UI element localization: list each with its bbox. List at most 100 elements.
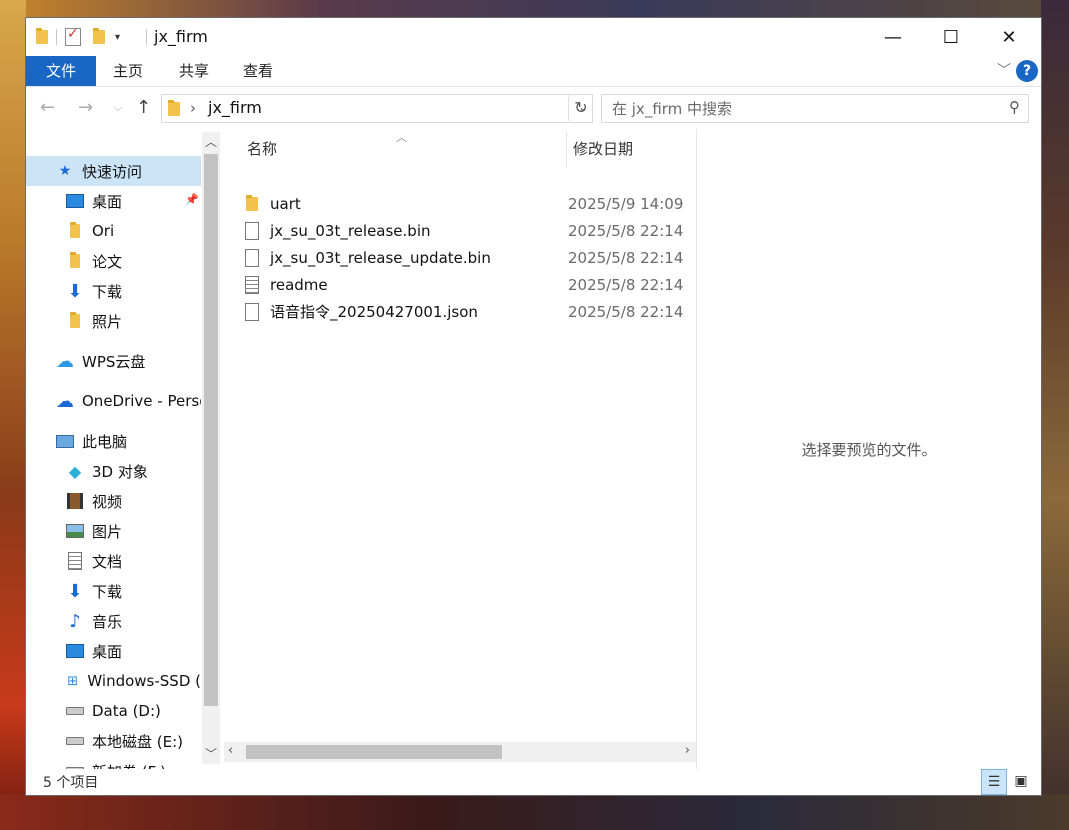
navigation-bar: ← → ⌵ ↑ › jx_firm ⌄ ↻ ⚲ — [26, 87, 1041, 129]
search-box[interactable]: ⚲ — [601, 94, 1029, 123]
back-arrow-icon[interactable]: ← — [40, 97, 55, 118]
sidebar-item-pictures[interactable]: 图片 — [26, 516, 201, 546]
scrollbar-thumb[interactable] — [246, 745, 502, 759]
sidebar-item-ori[interactable]: Ori — [26, 216, 201, 246]
document-icon — [66, 552, 84, 570]
up-arrow-icon[interactable]: ↑ — [136, 97, 151, 118]
file-row-uart[interactable]: uart 2025/5/9 14:09 — [244, 190, 704, 217]
file-icon — [244, 221, 260, 240]
maximize-button[interactable]: ☐ — [922, 18, 980, 56]
refresh-icon[interactable]: ↻ — [568, 94, 593, 121]
scroll-right-icon[interactable]: › — [685, 743, 690, 758]
sidebar-item-onedrive[interactable]: ☁ OneDrive - Perso — [26, 386, 201, 416]
sidebar-item-desktop[interactable]: 桌面 📌 — [26, 186, 201, 216]
video-icon — [66, 492, 84, 510]
tab-share[interactable]: 共享 — [168, 56, 220, 86]
status-bar: 5 个项目 ☰ ▣ — [26, 769, 1041, 795]
new-folder-icon[interactable] — [93, 28, 105, 44]
tab-file[interactable]: 文件 — [26, 56, 96, 86]
properties-icon[interactable] — [65, 26, 81, 46]
download-icon: ⬇ — [67, 580, 83, 602]
sidebar-item-new-volume-f[interactable]: 新加卷 (F:) — [26, 756, 201, 769]
music-icon: ♪ — [69, 610, 81, 632]
file-row-voice-commands-json[interactable]: 语音指令_20250427001.json 2025/5/8 22:14 — [244, 298, 704, 325]
download-icon: ⬇ — [67, 280, 83, 302]
scroll-down-icon[interactable]: ﹀ — [202, 744, 220, 764]
sidebar-item-photos[interactable]: 照片 — [26, 306, 201, 336]
star-icon: ★ — [58, 163, 72, 179]
sidebar-item-videos[interactable]: 视频 — [26, 486, 201, 516]
preview-message: 选择要预览的文件。 — [801, 440, 937, 459]
details-view-icon[interactable]: ☰ — [981, 769, 1007, 795]
sidebar-item-downloads-pc[interactable]: ⬇ 下载 — [26, 576, 201, 606]
folder-icon — [168, 100, 180, 116]
sidebar-item-this-pc[interactable]: 此电脑 — [26, 426, 201, 456]
cube-icon: ◆ — [68, 461, 82, 481]
sidebar-item-quick-access[interactable]: ★ 快速访问 — [26, 156, 201, 186]
chevron-right-icon[interactable]: › — [190, 99, 196, 117]
breadcrumb[interactable]: jx_firm — [208, 98, 262, 117]
scrollbar-thumb[interactable] — [204, 154, 218, 706]
search-icon[interactable]: ⚲ — [1009, 98, 1020, 116]
file-list-horizontal-scrollbar[interactable]: ‹ › — [224, 742, 696, 762]
drive-icon: ⊞ — [67, 673, 79, 689]
help-icon[interactable]: ? — [1016, 60, 1038, 82]
sidebar-item-windows-ssd[interactable]: ⊞ Windows-SSD ( — [26, 666, 201, 696]
computer-icon — [56, 432, 74, 450]
file-row-release-bin[interactable]: jx_su_03t_release.bin 2025/5/8 22:14 — [244, 217, 704, 244]
navigation-pane: ★ 快速访问 桌面 📌 Ori 论文 ⬇ 下载 照片 ☁ WPS云盘 ☁ One… — [26, 129, 222, 769]
navigation-pane-scrollbar[interactable]: ︿ ﹀ — [202, 132, 220, 764]
file-list: ︿ 名称 修改日期 uart 2025/5/9 14:09 jx_su_03t_… — [224, 129, 696, 769]
desktop-wallpaper-top — [0, 0, 1069, 18]
forward-arrow-icon[interactable]: → — [78, 97, 93, 118]
folder-icon — [66, 222, 84, 240]
column-header-name[interactable]: 名称 — [247, 129, 277, 169]
cloud-icon: ☁ — [56, 350, 74, 372]
customize-toolbar-icon[interactable]: ▾ — [115, 32, 120, 43]
quick-access-toolbar: ▾ — [36, 26, 120, 47]
pin-icon[interactable]: 📌 — [185, 193, 199, 206]
file-icon — [244, 248, 260, 267]
desktop-icon — [66, 192, 84, 210]
minimize-button[interactable]: — — [864, 18, 922, 56]
large-icons-view-icon[interactable]: ▣ — [1009, 769, 1033, 793]
text-file-icon — [244, 275, 260, 294]
sidebar-item-documents[interactable]: 文档 — [26, 546, 201, 576]
window-title: jx_firm — [154, 27, 208, 46]
file-row-release-update-bin[interactable]: jx_su_03t_release_update.bin 2025/5/8 22… — [244, 244, 704, 271]
sidebar-item-music[interactable]: ♪ 音乐 — [26, 606, 201, 636]
recent-locations-icon[interactable]: ⌵ — [114, 101, 122, 115]
drive-icon — [66, 732, 84, 750]
sort-ascending-icon: ︿ — [396, 131, 407, 144]
desktop-icon — [66, 642, 84, 660]
sidebar-item-local-disk-e[interactable]: 本地磁盘 (E:) — [26, 726, 201, 756]
picture-icon — [66, 522, 84, 540]
folder-icon — [36, 28, 48, 44]
drive-icon — [66, 762, 84, 769]
column-header-date-modified[interactable]: 修改日期 — [573, 129, 633, 169]
sidebar-item-wps-cloud[interactable]: ☁ WPS云盘 — [26, 346, 201, 376]
sidebar-item-data-d[interactable]: Data (D:) — [26, 696, 201, 726]
sidebar-item-3d-objects[interactable]: ◆ 3D 对象 — [26, 456, 201, 486]
sidebar-item-papers[interactable]: 论文 — [26, 246, 201, 276]
drive-icon — [66, 702, 84, 720]
sidebar-item-downloads[interactable]: ⬇ 下载 — [26, 276, 201, 306]
tab-home[interactable]: 主页 — [102, 56, 154, 86]
search-input[interactable] — [610, 99, 994, 119]
tab-view[interactable]: 查看 — [232, 56, 284, 86]
folder-icon — [66, 252, 84, 270]
explorer-window: ▾ jx_firm — ☐ ✕ 文件 主页 共享 查看 ﹀ ? ← → ⌵ ↑ … — [26, 18, 1041, 795]
chevron-down-icon[interactable]: ﹀ — [997, 60, 1011, 80]
sidebar-item-desktop-pc[interactable]: 桌面 — [26, 636, 201, 666]
address-bar[interactable]: › jx_firm ⌄ — [161, 94, 593, 123]
file-icon — [244, 302, 260, 321]
desktop-wallpaper-left — [0, 0, 26, 830]
ribbon-tabs: 文件 主页 共享 查看 ﹀ ? — [26, 56, 1041, 87]
cloud-icon: ☁ — [56, 390, 74, 412]
close-button[interactable]: ✕ — [980, 18, 1038, 56]
scroll-up-icon[interactable]: ︿ — [202, 132, 220, 152]
preview-pane: 选择要预览的文件。 — [697, 129, 1041, 769]
desktop-wallpaper-right — [1041, 0, 1069, 830]
file-row-readme[interactable]: readme 2025/5/8 22:14 — [244, 271, 704, 298]
scroll-left-icon[interactable]: ‹ — [228, 743, 233, 758]
